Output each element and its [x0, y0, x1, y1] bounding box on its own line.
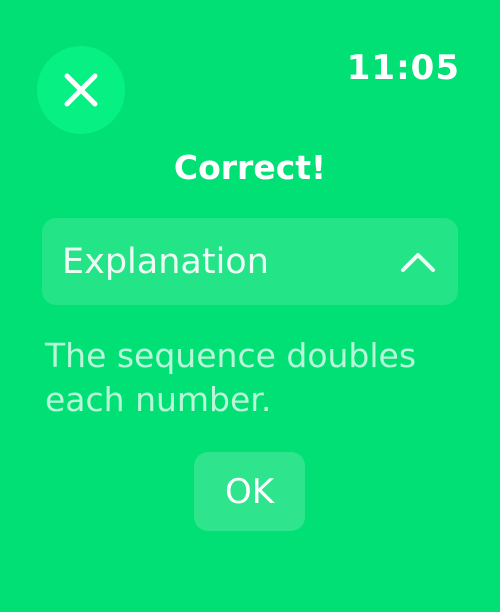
chevron-up-icon	[400, 251, 436, 273]
status-time: 11:05	[346, 48, 460, 88]
close-button[interactable]	[37, 46, 125, 134]
explanation-toggle-label: Explanation	[62, 241, 269, 282]
ok-button[interactable]: OK	[194, 452, 305, 531]
explanation-text: The sequence doubles each number.	[45, 336, 417, 419]
explanation-toggle[interactable]: Explanation	[42, 218, 458, 305]
result-title: Correct!	[173, 148, 327, 187]
close-icon	[63, 72, 99, 108]
